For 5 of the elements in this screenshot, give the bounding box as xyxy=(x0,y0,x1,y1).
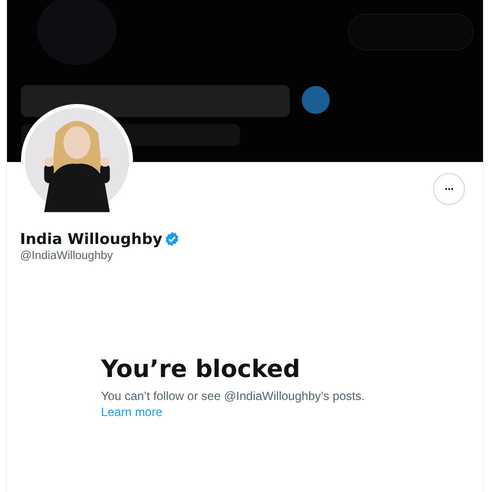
profile-name: India Willoughby xyxy=(20,230,162,248)
more-button[interactable]: ··· xyxy=(433,173,465,205)
profile-handle: @IndiaWilloughby xyxy=(20,250,114,262)
blocked-message: You can’t follow or see @IndiaWilloughby’s posts. xyxy=(101,389,365,403)
blocked-title: You’re blocked xyxy=(101,355,300,383)
